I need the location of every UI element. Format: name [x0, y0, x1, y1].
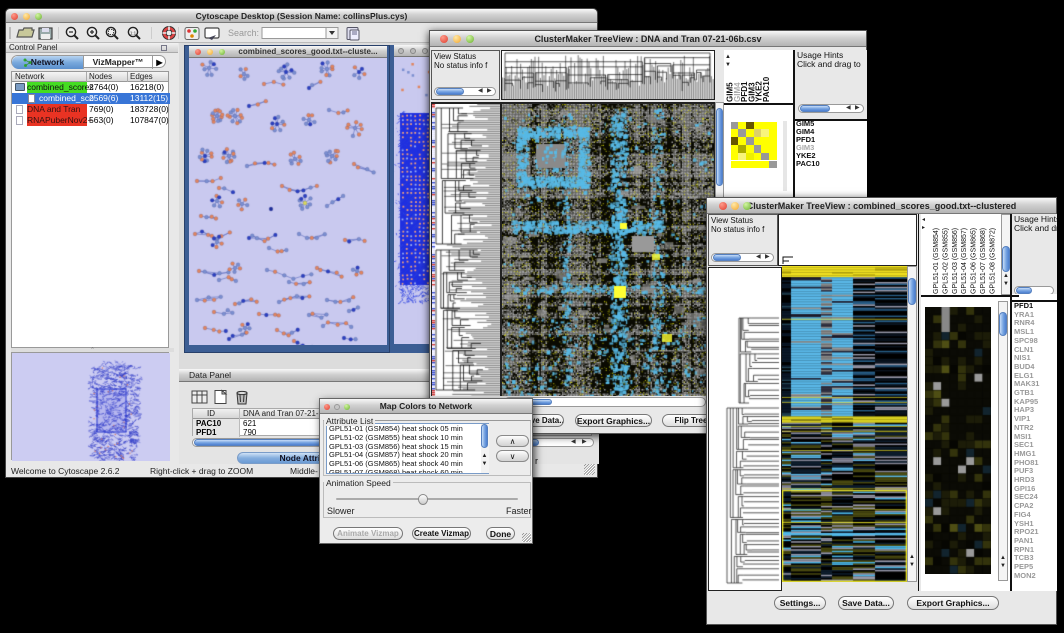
- svg-text:1:1: 1:1: [130, 31, 137, 36]
- svg-text:GPL51-03 (GSM856): GPL51-03 (GSM856): [952, 228, 959, 294]
- svg-text:GPL51-06 (GSM865): GPL51-06 (GSM865): [971, 228, 978, 294]
- svg-text:GPL51-07 (GSM868): GPL51-07 (GSM868): [980, 228, 987, 294]
- svg-text:GPL51-04 (GSM857): GPL51-04 (GSM857): [961, 228, 968, 294]
- svg-text:GPL51-01 (GSM854): GPL51-01 (GSM854): [933, 228, 940, 294]
- svg-text:GPL51-08 (GSM872): GPL51-08 (GSM872): [989, 228, 996, 294]
- svg-text:PAC10: PAC10: [762, 76, 771, 102]
- svg-text:Search:: Search:: [228, 28, 259, 38]
- svg-text:GPL51-02 (GSM855): GPL51-02 (GSM855): [942, 228, 949, 294]
